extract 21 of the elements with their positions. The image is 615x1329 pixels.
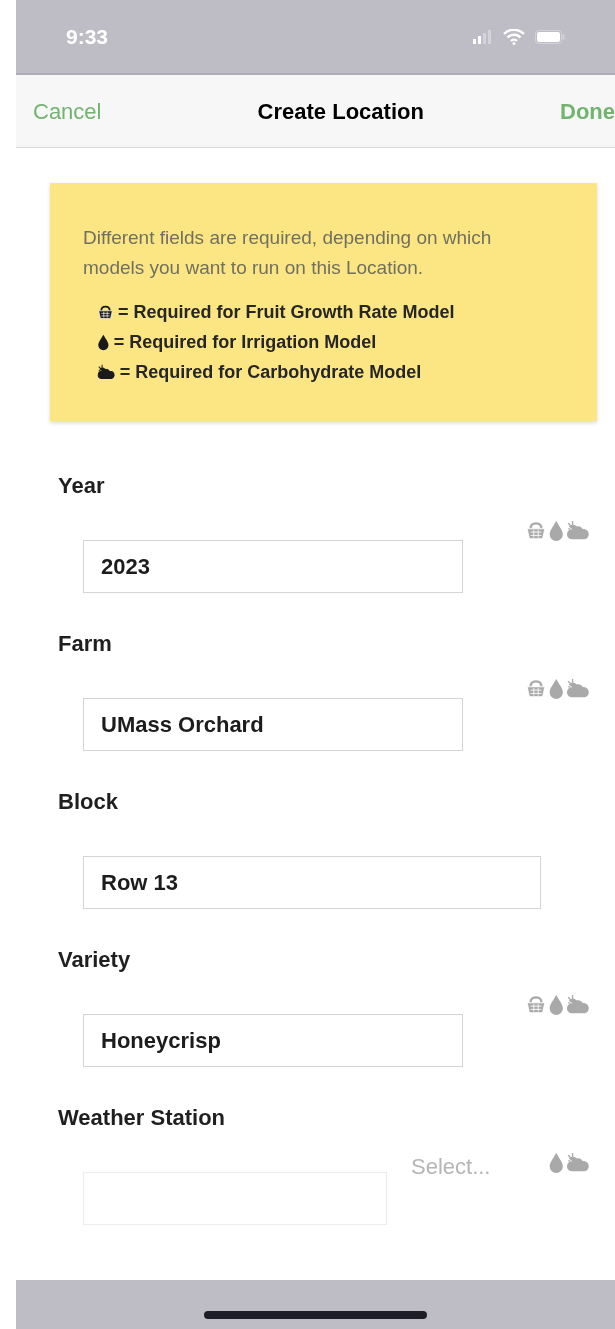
text-field[interactable]: UMass Orchard	[83, 698, 463, 751]
water-drop-icon	[97, 333, 110, 351]
signal-icon	[473, 29, 493, 44]
field-label: Block	[58, 789, 119, 815]
status-time: 9:33	[66, 23, 109, 50]
field-label: Weather Station	[58, 1105, 227, 1131]
field-label: Variety	[58, 947, 132, 973]
notice-text: Different fields are required, depending on which models you want to run on this Location.	[83, 226, 493, 280]
legend-text: = Required for Fruit Growth Rate Model	[118, 300, 455, 324]
field-label: Year	[58, 473, 106, 499]
legend-text: = Required for Carbohydrate Model	[119, 360, 422, 384]
wifi-icon	[503, 28, 525, 45]
field-label: Farm	[58, 631, 113, 657]
sun-cloud-icon	[97, 363, 116, 381]
battery-icon	[535, 29, 565, 44]
text-field[interactable]: 2023	[83, 540, 463, 593]
text-field[interactable]: Row 13	[83, 856, 541, 909]
text-field[interactable]: Honeycrisp	[83, 1014, 463, 1067]
legend-text: = Required for Irrigation Model	[113, 330, 377, 354]
basket-icon	[97, 303, 114, 321]
navigation-title: Create Location	[257, 97, 424, 126]
